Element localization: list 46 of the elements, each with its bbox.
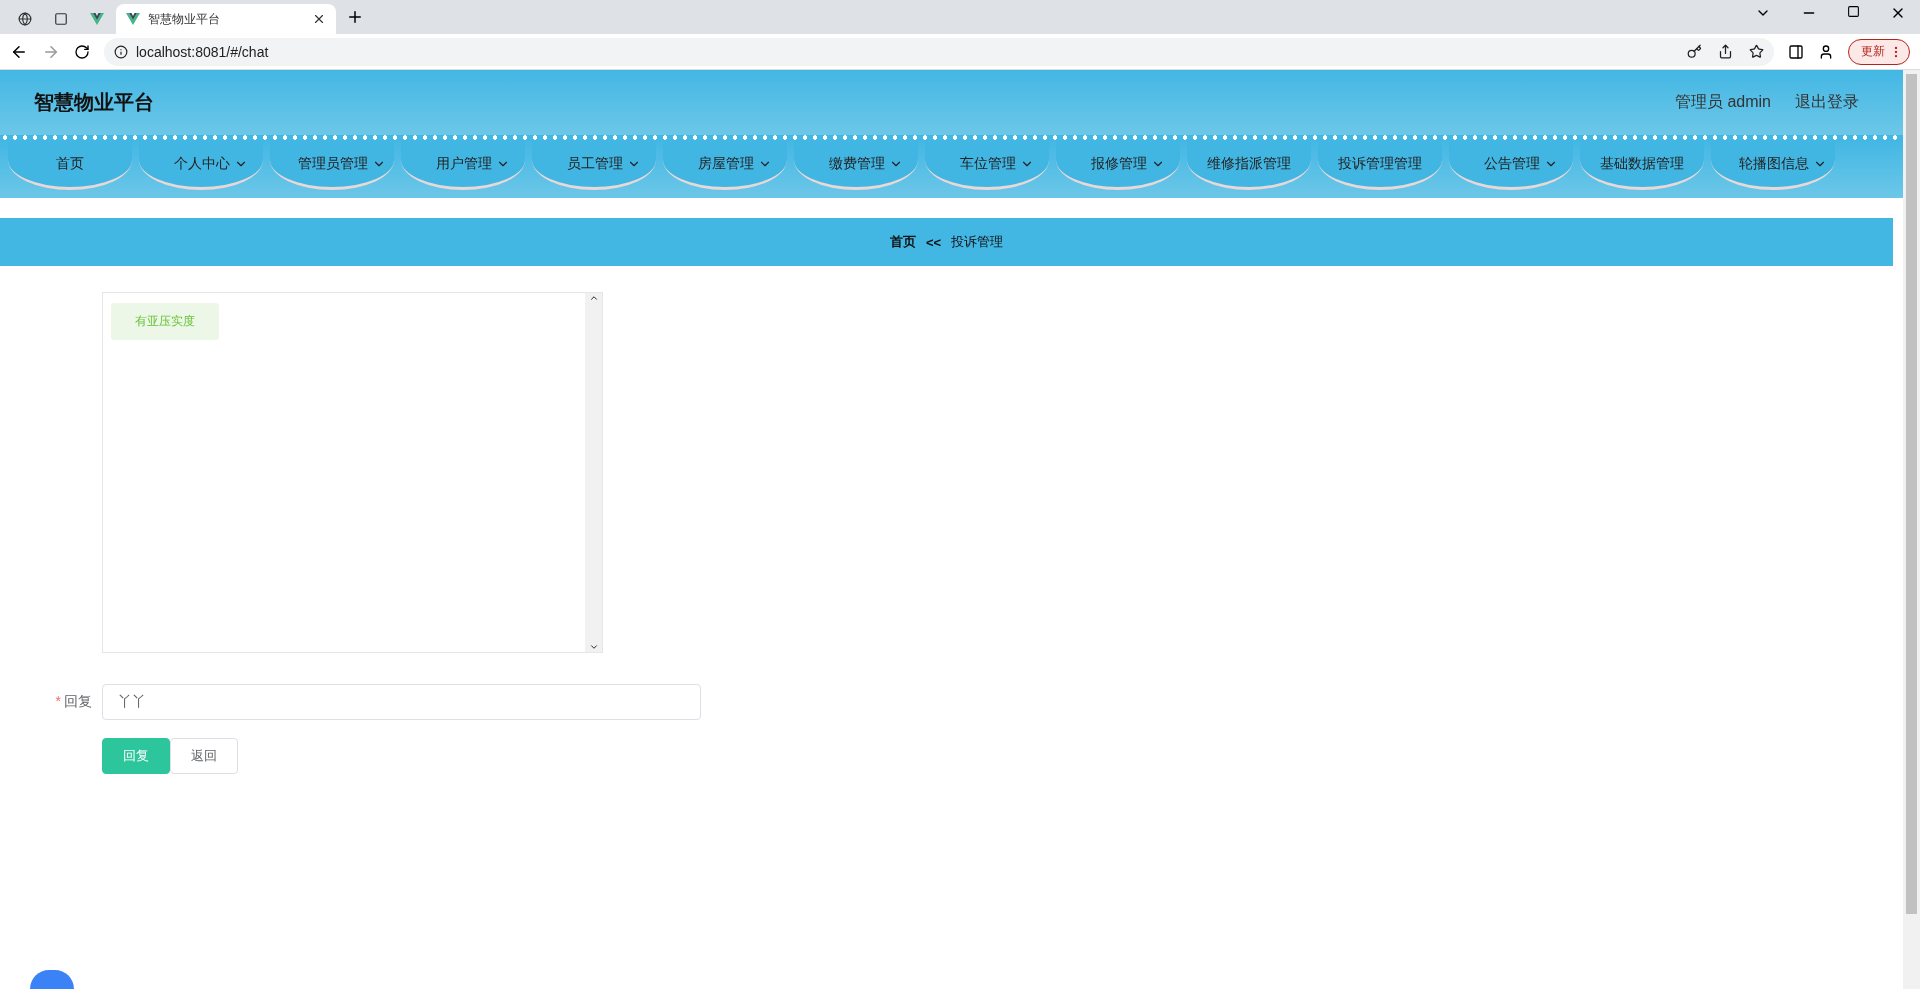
site-title: 智慧物业平台 — [34, 90, 154, 115]
required-mark: * — [55, 693, 61, 709]
nav-item[interactable]: 管理员管理 — [270, 140, 394, 190]
breadcrumb-separator: << — [925, 234, 942, 250]
nav-item[interactable]: 房屋管理 — [663, 140, 787, 190]
reply-input[interactable]: 丫丫 — [102, 684, 701, 720]
nav-item[interactable]: 投诉管理管理 — [1318, 140, 1442, 190]
share-icon[interactable] — [1718, 44, 1733, 59]
profile-icon[interactable] — [1818, 43, 1834, 60]
nav-item[interactable]: 维修指派管理 — [1187, 140, 1311, 190]
nav-item[interactable]: 首页 — [8, 140, 132, 190]
nav-item[interactable]: 用户管理 — [401, 140, 525, 190]
nav-item[interactable]: 车位管理 — [925, 140, 1049, 190]
nav-item[interactable]: 公告管理 — [1449, 140, 1573, 190]
info-icon[interactable] — [114, 44, 128, 59]
nav-item[interactable]: 报修管理 — [1056, 140, 1180, 190]
breadcrumb-current: 投诉管理 — [951, 233, 1004, 251]
new-tab-icon[interactable] — [346, 8, 364, 26]
page-icon — [54, 12, 68, 26]
page-scrollbar[interactable] — [1903, 70, 1920, 989]
v-logo-icon — [90, 13, 104, 25]
nav-item[interactable]: 个人中心 — [139, 140, 263, 190]
key-icon[interactable] — [1687, 44, 1702, 59]
reply-label: * 回复 — [54, 693, 92, 711]
nav-item[interactable]: 员工管理 — [532, 140, 656, 190]
maximize-icon[interactable] — [1847, 5, 1860, 18]
globe-icon — [18, 12, 32, 26]
v-logo-icon — [126, 13, 140, 25]
nav-item[interactable]: 轮播图信息 — [1711, 140, 1835, 190]
breadcrumb-link[interactable]: 首页 — [889, 233, 916, 251]
side-panel-icon[interactable] — [1788, 43, 1804, 60]
star-icon[interactable] — [1749, 44, 1764, 59]
reload-icon[interactable] — [74, 43, 90, 60]
scroll-up-icon[interactable] — [588, 293, 599, 303]
logout-link[interactable]: 退出登录 — [1795, 92, 1859, 113]
close-icon[interactable] — [312, 12, 326, 26]
address-bar[interactable]: localhost:8081/#/chat — [104, 37, 1774, 66]
scrollbar[interactable] — [585, 293, 602, 652]
nav-item[interactable]: 缴费管理 — [794, 140, 918, 190]
nav-item[interactable]: 基础数据管理 — [1580, 140, 1704, 190]
user-name: 管理员 admin — [1674, 92, 1771, 112]
back-button[interactable]: 返回 — [170, 738, 238, 774]
update-button[interactable]: 更新 — [1848, 38, 1910, 65]
scroll-down-icon[interactable] — [588, 642, 599, 652]
browser-tab[interactable]: 智慧物业平台 — [116, 4, 336, 34]
chat-message: 有亚压实度 — [111, 303, 219, 340]
